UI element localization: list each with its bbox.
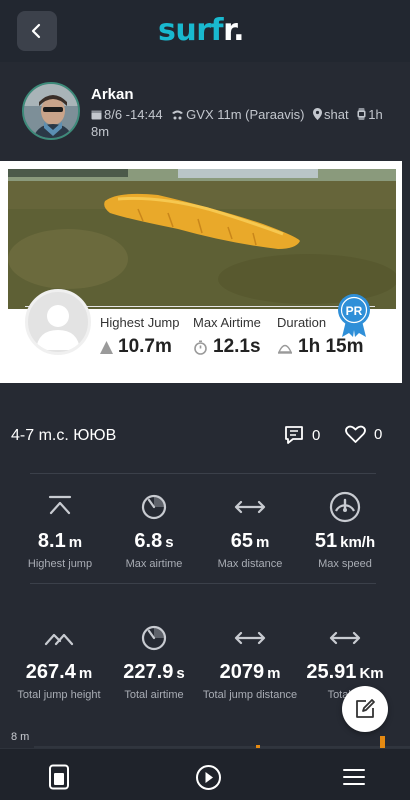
nav-session-button[interactable] [45,763,73,791]
stat-label: Highest jump [27,558,93,570]
app-logo: surfr. [158,13,244,48]
stat-value: 8.1 [37,530,66,552]
session-header: Arkan 8/6 -14:44 GVX 11m (Paraavis) shat… [0,62,410,160]
stat-total-jump-height: 267.4 m Total jump height [9,621,109,701]
card-stat-value: 10.7m [118,336,172,357]
user-placeholder-icon [36,305,80,350]
watch-icon [357,108,366,120]
like-count: 0 [374,426,383,443]
stat-unit: km/h [340,534,376,551]
session-meta: 8/6 -14:44 GVX 11m (Paraavis) shat 1h 8m [91,106,391,140]
stat-unit: m [78,665,93,682]
like-button[interactable]: 0 [345,425,382,444]
stat-value: 25.91 [306,661,357,683]
card-stat-value: 1h 15m [298,336,364,357]
stat-unit: s [176,665,185,682]
session-icon [49,764,69,790]
session-location: shat [324,107,349,122]
stat-value: 6.8 [134,530,163,552]
card-stat-label: Highest Jump [100,315,180,330]
stat-label: Total jump distance [202,689,298,701]
speedometer-icon [329,491,361,523]
session-photo-card[interactable]: Highest Jump 10.7m Max Airtime 12.1s Dur… [0,161,402,383]
session-title[interactable]: 4-7 m.c. ЮЮВ [11,427,116,445]
stat-max-distance: 65 m Max distance [200,490,300,570]
comment-icon [285,426,303,444]
jump-up-icon [48,495,72,515]
distance-arrows-icon [234,631,266,645]
divider [30,583,376,584]
avatar[interactable] [22,82,80,140]
stat-unit: m [68,534,83,551]
stat-unit: s [165,534,174,551]
location-pin-icon [313,108,323,120]
pr-badge-text: PR [346,304,363,318]
calendar-icon [91,110,102,120]
back-button[interactable] [17,11,57,51]
stat-highest-jump: 8.1 m Highest jump [10,490,110,570]
stat-max-speed: 51 km/h Max speed [295,490,395,570]
mountain-icon [100,340,113,354]
comments-button[interactable]: 0 [284,425,320,445]
stopwatch-icon [194,340,207,355]
stat-value: 65 [230,530,253,552]
stat-total-airtime: 227.9 s Total airtime [104,621,204,701]
heart-icon [345,425,366,443]
card-stat-max-airtime: Max Airtime 12.1s [193,315,261,358]
stat-max-airtime: 6.8 s Max airtime [104,490,204,570]
card-stat-value: 12.1s [213,336,261,357]
jump-chart-svg [34,736,410,748]
stat-value: 2079 [219,661,265,683]
timer-icon [141,625,167,651]
card-stat-highest-jump: Highest Jump 10.7m [100,315,179,358]
jump-chart[interactable] [0,728,410,748]
timer-icon [141,494,167,520]
session-screen: surfr. Arkan 8/6 -14:44 GVX 11m (Paraavi… [0,0,410,800]
edit-pencil-icon [356,699,375,718]
stat-unit: Km [359,665,384,682]
comment-count: 0 [312,426,321,444]
avatar-photo [24,84,78,138]
stat-unit: m [255,534,270,551]
chevron-left-icon [31,23,41,39]
kite-icon [172,110,184,120]
card-avatar-placeholder [25,289,91,355]
menu-icon [343,769,365,785]
stat-value: 267.4 [25,661,76,683]
distance-arrows-icon [329,631,361,645]
stat-label: Total jump height [17,689,101,701]
chart-bar [380,736,385,748]
stat-value: 227.9 [123,661,174,683]
username[interactable]: Arkan [91,86,134,103]
stat-label: Max speed [318,558,372,570]
divider [30,473,376,474]
nav-menu-button[interactable] [340,763,368,791]
session-date: 8/6 -14:44 [104,107,163,122]
stat-value: 51 [314,530,338,552]
stat-label: Max airtime [125,558,183,570]
jumps-icon [44,633,74,646]
distance-arrows-icon [234,500,266,514]
play-icon [195,764,221,790]
stat-unit: m [267,665,281,682]
top-bar: surfr. [0,0,410,62]
edit-button[interactable] [342,686,388,732]
stat-total-distance: 25.91 Km Total di [295,621,395,701]
session-photo [8,169,396,309]
stat-total-jump-distance: 2079 m Total jump distance [200,621,300,701]
stat-label: Max distance [217,558,283,570]
stat-label: Total airtime [124,689,184,701]
card-stat-label: Max Airtime [193,315,261,330]
hourglass-icon [277,344,293,354]
nav-play-button[interactable] [194,763,222,791]
pr-badge: PR [336,293,372,337]
session-gear: GVX 11m (Paraavis) [186,107,305,122]
bottom-nav [0,748,410,800]
